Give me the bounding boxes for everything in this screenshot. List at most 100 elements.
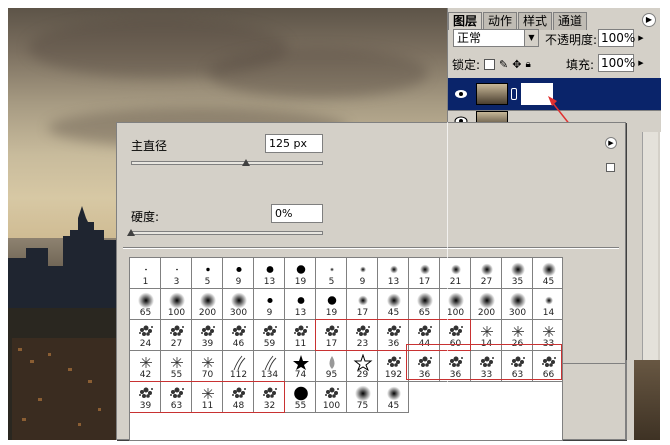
layer-row-selected[interactable]: 去顶 — [448, 78, 661, 172]
brush-preset[interactable]: 42 — [130, 351, 161, 382]
brush-preset[interactable]: 100 — [161, 289, 192, 320]
brush-preset[interactable]: 17 — [347, 289, 378, 320]
brush-size-label: 45 — [387, 308, 400, 318]
brush-preset[interactable]: 112 — [223, 351, 254, 382]
brush-tip-icon — [316, 385, 347, 402]
brush-preset[interactable]: 65 — [409, 289, 440, 320]
brush-preset[interactable]: 19 — [316, 289, 347, 320]
brush-size-label: 29 — [356, 370, 369, 380]
brush-preset[interactable]: 23 — [347, 320, 378, 351]
brush-size-label: 27 — [170, 339, 183, 349]
brush-preset[interactable]: 65 — [130, 289, 161, 320]
brush-tip-icon — [347, 354, 378, 371]
brush-preset[interactable]: 200 — [471, 289, 502, 320]
brush-preset[interactable]: 63 — [161, 382, 192, 413]
brush-preset[interactable]: 13 — [378, 258, 409, 289]
brush-preset[interactable]: 9 — [347, 258, 378, 289]
brush-preset[interactable]: 21 — [440, 258, 471, 289]
lock-all-icon[interactable]: 🔒︎ — [525, 59, 530, 70]
tab-styles[interactable]: 样式 — [518, 12, 553, 30]
brush-size-label: 17 — [356, 308, 369, 318]
brush-preset[interactable]: 134 — [254, 351, 285, 382]
brush-tip-icon — [130, 385, 161, 402]
brush-preset[interactable]: 5 — [316, 258, 347, 289]
brush-preset[interactable]: 5 — [192, 258, 223, 289]
layer-mask-thumbnail[interactable] — [521, 83, 553, 105]
brush-preset[interactable]: 9 — [254, 289, 285, 320]
brush-preset[interactable]: 11 — [285, 320, 316, 351]
brush-preset[interactable]: 13 — [285, 289, 316, 320]
brush-preset[interactable]: 95 — [316, 351, 347, 382]
brush-preset[interactable]: 75 — [347, 382, 378, 413]
brush-preset[interactable]: 14 — [533, 289, 562, 320]
opacity-input[interactable]: 100% — [598, 29, 635, 47]
brush-preset[interactable]: 39 — [192, 320, 223, 351]
brush-preset[interactable]: 39 — [130, 382, 161, 413]
brush-preset[interactable]: 19 — [285, 258, 316, 289]
brush-preset[interactable]: 24 — [130, 320, 161, 351]
brush-tip-icon — [161, 354, 192, 371]
brush-preset[interactable]: 74 — [285, 351, 316, 382]
brush-preset[interactable]: 17 — [316, 320, 347, 351]
brush-preset[interactable]: 200 — [192, 289, 223, 320]
fill-input[interactable]: 100% — [598, 54, 635, 72]
brush-size-label: 300 — [508, 308, 527, 318]
new-preset-icon[interactable] — [606, 163, 615, 172]
brush-preset[interactable]: 55 — [161, 351, 192, 382]
brush-size-label: 9 — [235, 277, 242, 287]
blend-mode-select[interactable]: 正常 ▼ — [453, 29, 539, 47]
master-diameter-slider[interactable] — [131, 161, 323, 165]
lock-transparency-icon[interactable] — [484, 59, 496, 70]
brush-preset[interactable]: 17 — [409, 258, 440, 289]
lock-move-icon[interactable]: ✥ — [512, 58, 521, 71]
brush-preset[interactable]: 55 — [285, 382, 316, 413]
brush-preset[interactable]: 9 — [223, 258, 254, 289]
brush-preset[interactable]: 59 — [254, 320, 285, 351]
brush-preset[interactable]: 45 — [378, 289, 409, 320]
brush-preset[interactable]: 35 — [502, 258, 533, 289]
brush-preset[interactable]: 300 — [502, 289, 533, 320]
brush-preset[interactable]: 27 — [471, 258, 502, 289]
master-diameter-slider-thumb[interactable] — [242, 159, 251, 166]
fill-arrow-icon[interactable]: ▶ — [636, 54, 646, 72]
brush-size-label: 11 — [294, 339, 307, 349]
brush-tip-icon — [285, 323, 316, 340]
brush-preset[interactable]: 100 — [440, 289, 471, 320]
brush-preset[interactable]: 32 — [254, 382, 285, 413]
brush-preset[interactable]: 3 — [161, 258, 192, 289]
brush-preset[interactable]: 27 — [161, 320, 192, 351]
brush-preset[interactable]: 300 — [223, 289, 254, 320]
brush-preset[interactable]: 70 — [192, 351, 223, 382]
brush-preset[interactable]: 192 — [378, 351, 409, 382]
chain-icon[interactable] — [511, 88, 517, 100]
brush-preset[interactable]: 11 — [192, 382, 223, 413]
brush-preset[interactable]: 29 — [347, 351, 378, 382]
lock-brush-icon[interactable]: ✎ — [499, 58, 508, 71]
brush-tip-icon — [223, 323, 254, 340]
tab-actions[interactable]: 动作 — [483, 12, 518, 30]
brush-preset[interactable]: 48 — [223, 382, 254, 413]
hardness-label: 硬度: — [131, 210, 160, 224]
brush-preset[interactable]: 13 — [254, 258, 285, 289]
brush-size-label: 74 — [294, 370, 307, 380]
hardness-slider[interactable] — [131, 231, 323, 235]
hardness-slider-thumb[interactable] — [127, 229, 135, 236]
panel-menu-icon[interactable]: ▶ — [642, 13, 656, 27]
brush-menu-icon[interactable]: ▶ — [605, 137, 617, 149]
layers-scrollbar[interactable] — [642, 132, 658, 360]
tab-channels[interactable]: 通道 — [553, 12, 588, 30]
brush-preset[interactable]: 100 — [316, 382, 347, 413]
brush-preset[interactable]: 46 — [223, 320, 254, 351]
opacity-arrow-icon[interactable]: ▶ — [636, 29, 646, 47]
brush-size-label: 42 — [139, 370, 152, 380]
eye-icon[interactable] — [454, 89, 468, 99]
hardness-input[interactable]: 0% — [271, 204, 323, 223]
brush-preset[interactable]: 45 — [533, 258, 562, 289]
brush-tip-icon — [223, 261, 254, 278]
brush-preset[interactable]: 45 — [378, 382, 409, 413]
master-diameter-input[interactable]: 125 px — [265, 134, 323, 153]
brush-preset[interactable]: 36 — [378, 320, 409, 351]
tab-layers[interactable]: 图层 — [448, 12, 483, 30]
brush-preset[interactable]: 1 — [130, 258, 161, 289]
brush-tip-icon — [316, 323, 347, 340]
